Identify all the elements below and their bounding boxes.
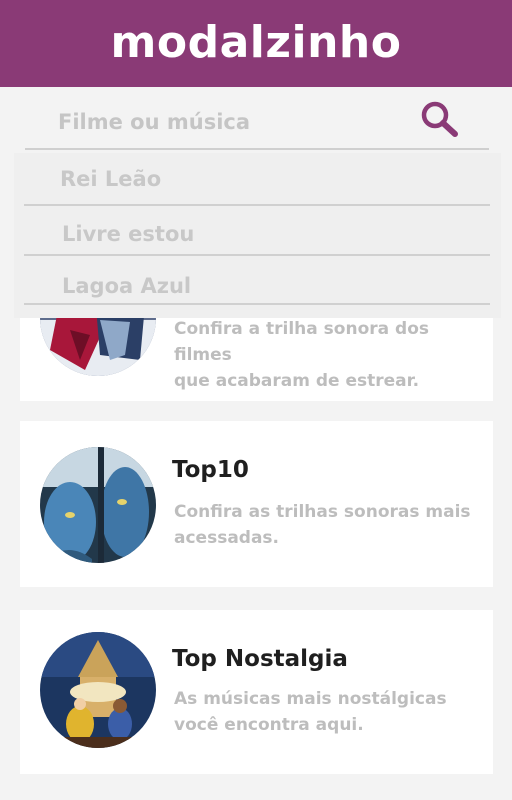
suggestion-label: Rei Leão [60,167,162,191]
search-button[interactable] [418,100,462,144]
suggestion-label: Livre estou [62,222,195,246]
movie-thumbnail [40,447,156,563]
app-title: modalzinho [110,17,402,68]
card-description: Confira as trilhas sonoras mais acessada… [174,502,471,548]
suggestion-label: Lagoa Azul [62,274,192,298]
card-top-nostalgia[interactable]: Top Nostalgia As músicas mais nostálgica… [20,610,493,774]
card-title: Top10 [172,457,249,483]
movie-poster-image [40,447,156,563]
suggestion-item[interactable]: Lagoa Azul [24,258,490,308]
suggestions-dropdown: Rei Leão Livre estou Lagoa Azul [14,153,501,318]
app-header: modalzinho [0,0,512,87]
suggestion-item[interactable]: Rei Leão [24,153,490,206]
movie-poster-image [40,632,156,748]
card-top10[interactable]: Top10 Confira as trilhas sonoras mais ac… [20,421,493,587]
divider [24,204,490,206]
card-description: As músicas mais nostálgicas você encontr… [174,689,447,735]
divider [24,303,490,305]
search-input[interactable] [58,107,398,137]
search-underline [25,148,489,150]
divider [24,254,490,256]
movie-thumbnail [40,632,156,748]
card-description: Confira a trilha sonora dos filmes que a… [174,319,429,391]
suggestion-item[interactable]: Livre estou [24,208,490,258]
card-title: Top Nostalgia [172,646,348,672]
search-icon [421,101,458,137]
